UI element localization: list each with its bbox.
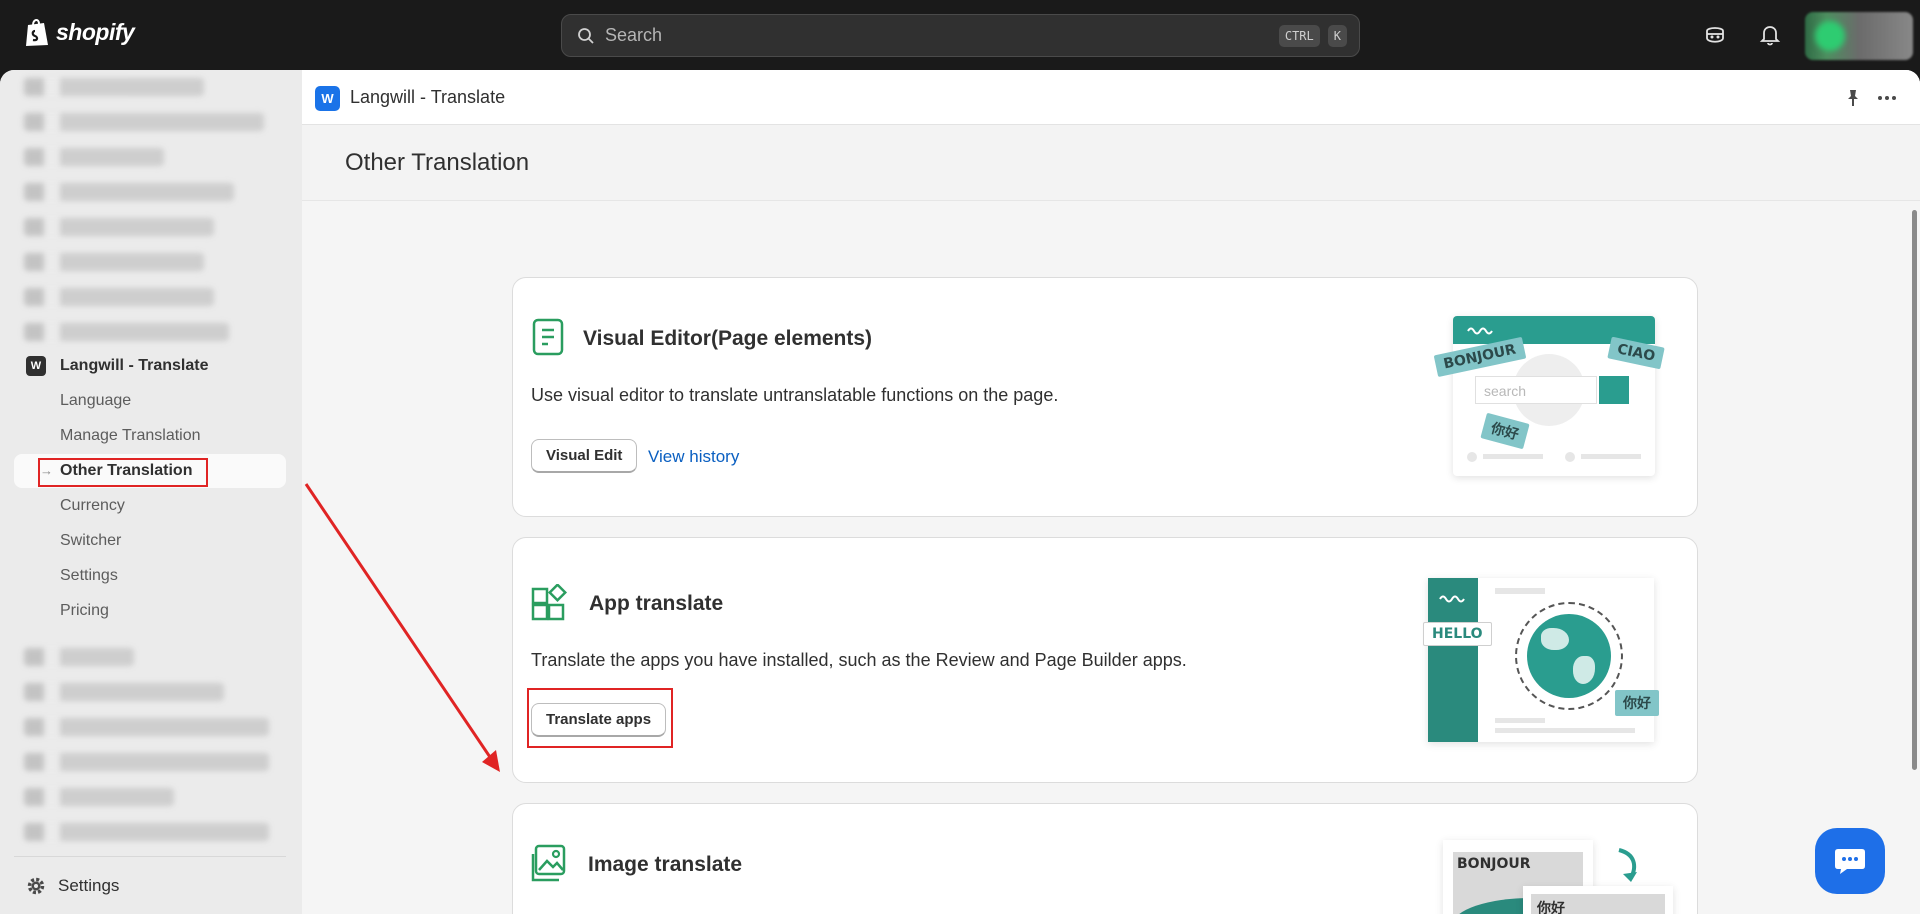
blurred-nav-item[interactable] <box>24 78 204 96</box>
app-title-bar: W Langwill - Translate <box>302 70 1920 125</box>
blurred-nav-item[interactable] <box>24 148 164 166</box>
illustration-search-box: search <box>1475 376 1597 404</box>
more-options-icon[interactable] <box>1876 88 1898 108</box>
tag-hello: HELLO <box>1423 622 1492 646</box>
langwill-app-icon: W <box>26 356 46 376</box>
sidebar-item-pricing[interactable]: Pricing <box>60 602 109 620</box>
card-title: App translate <box>589 592 724 615</box>
wave-icon <box>1439 595 1465 603</box>
search-bar[interactable]: CTRL K <box>561 14 1360 57</box>
shortcut-k-badge: K <box>1327 24 1347 47</box>
langwill-app-icon: W <box>315 86 340 111</box>
app-title: Langwill - Translate <box>350 87 506 107</box>
sidebar-item-settings[interactable]: Settings <box>60 567 118 585</box>
sidebar: W Langwill - Translate Language Manage T… <box>0 70 300 914</box>
top-bar: shopify CTRL K <box>0 0 1920 70</box>
tag-nihao: 你好 <box>1615 690 1659 716</box>
blurred-nav-item[interactable] <box>24 288 214 306</box>
card-description: Translate the apps you have installed, s… <box>531 650 1187 670</box>
illustration-bonjour-text: BONJOUR <box>1457 856 1531 872</box>
pin-icon[interactable] <box>1843 88 1863 108</box>
highlight-box <box>527 688 673 748</box>
blurred-nav-item[interactable] <box>24 183 234 201</box>
blurred-nav-item[interactable] <box>24 753 269 771</box>
annotation-arrow-icon <box>304 483 500 772</box>
visual-editor-card: Visual Editor(Page elements) Use visual … <box>512 277 1698 517</box>
image-translate-illustration: BONJOUR 你好 <box>1443 840 1673 914</box>
page-title: Other Translation <box>345 149 530 176</box>
app-translate-illustration: HELLO 你好 <box>1423 578 1673 748</box>
blurred-nav-item[interactable] <box>24 718 269 736</box>
wave-icon <box>1467 327 1493 335</box>
search-input[interactable] <box>605 25 1279 46</box>
page-header: Other Translation <box>302 125 1920 201</box>
illustration-search-icon <box>1599 376 1629 404</box>
admin-frame: W Langwill - Translate Language Manage T… <box>0 70 1920 914</box>
page-content: Visual Editor(Page elements) Use visual … <box>302 201 1920 914</box>
blurred-nav-item[interactable] <box>24 218 214 236</box>
document-icon <box>532 318 564 356</box>
sidebar-app-langwill[interactable]: W Langwill - Translate <box>26 356 208 376</box>
gear-icon <box>27 877 45 895</box>
image-translate-card: Image translate BONJOUR 你好 <box>512 803 1698 914</box>
sidebar-item-switcher[interactable]: Switcher <box>60 532 121 550</box>
sidebar-divider <box>14 856 286 857</box>
sidekick-icon[interactable] <box>1703 23 1727 47</box>
sidebar-item-manage-translation[interactable]: Manage Translation <box>60 427 201 445</box>
globe-icon <box>1527 614 1611 698</box>
blurred-nav-item[interactable] <box>24 323 229 341</box>
arrow-down-icon <box>1618 848 1637 882</box>
card-description: Use visual editor to translate untransla… <box>531 385 1059 405</box>
blurred-nav-item[interactable] <box>24 113 264 131</box>
blurred-nav-item[interactable] <box>24 788 174 806</box>
visual-editor-illustration: search BONJOUR CIAO 你好 <box>1433 316 1665 481</box>
blurred-nav-item[interactable] <box>24 683 224 701</box>
visual-edit-button[interactable]: Visual Edit <box>531 439 638 473</box>
highlight-box <box>38 458 208 487</box>
view-history-link[interactable]: View history <box>648 447 739 467</box>
chat-support-button[interactable] <box>1815 828 1885 894</box>
search-icon <box>578 27 594 44</box>
shopify-bag-icon <box>26 19 48 46</box>
sidebar-item-language[interactable]: Language <box>60 392 131 410</box>
app-translate-card: App translate Translate the apps you hav… <box>512 537 1698 783</box>
sidebar-settings-link[interactable]: Settings <box>26 876 119 896</box>
image-icon <box>531 844 566 882</box>
settings-label: Settings <box>58 876 120 895</box>
main-area: W Langwill - Translate Other Translation <box>302 70 1920 914</box>
apps-icon <box>531 584 567 621</box>
illustration-nihao-text: 你好 <box>1537 901 1565 914</box>
blurred-nav-item[interactable] <box>24 823 269 841</box>
blurred-nav-item[interactable] <box>24 648 134 666</box>
avatar-status-dot <box>1815 21 1845 51</box>
main-scrollbar[interactable] <box>1912 210 1917 770</box>
brand-text: shopify <box>56 18 135 45</box>
shortcut-ctrl-badge: CTRL <box>1278 24 1320 47</box>
card-title: Image translate <box>588 853 743 876</box>
sidebar-item-currency[interactable]: Currency <box>60 497 125 515</box>
card-title: Visual Editor(Page elements) <box>583 327 873 350</box>
blurred-nav-item[interactable] <box>24 253 204 271</box>
bell-icon[interactable] <box>1758 23 1782 47</box>
sidebar-app-label: Langwill - Translate <box>60 357 209 374</box>
chat-bubble-icon <box>1835 849 1865 874</box>
shopify-logo[interactable]: shopify <box>24 17 135 47</box>
